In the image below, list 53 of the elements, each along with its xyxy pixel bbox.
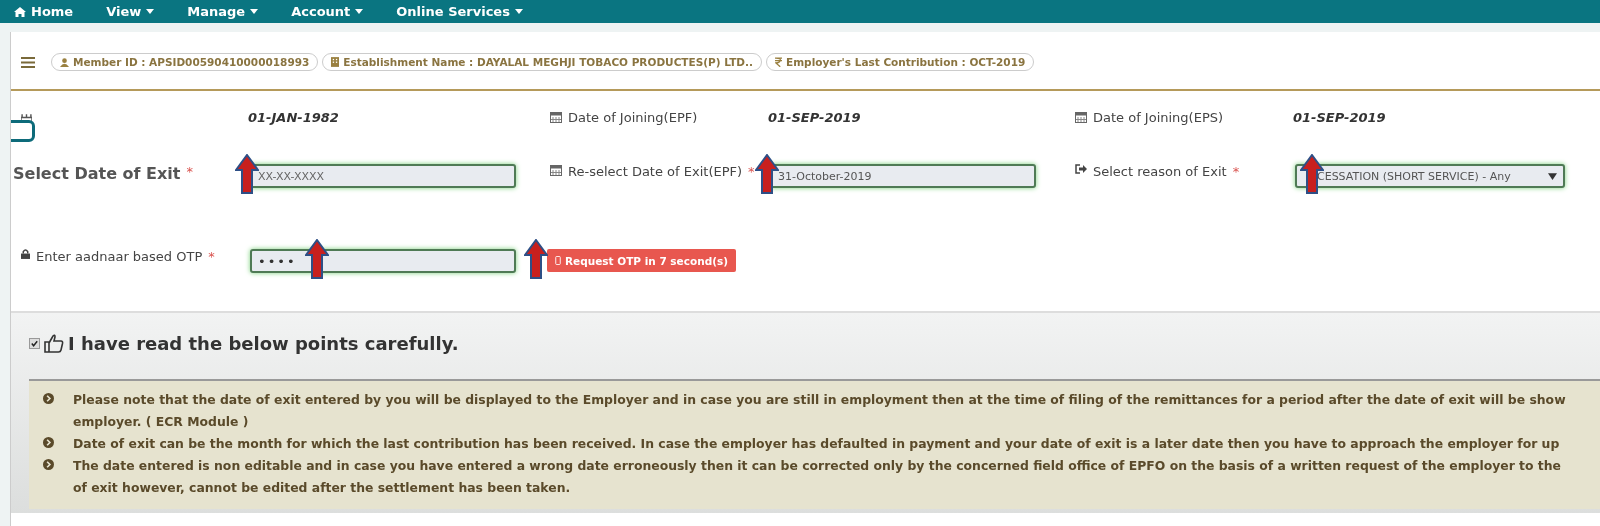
caret-icon <box>146 9 155 14</box>
note-text: The date entered is non editable and in case you have entered a wrong date erroneously then it can be corrected only by the concerned field office of EPFO on the basis of a written request of the employer to the <box>73 457 1561 475</box>
required-mark: * <box>208 249 215 264</box>
date-field[interactable]: XX-XX-XXXX <box>250 164 516 188</box>
rupee-icon <box>775 57 782 67</box>
agreement-checkbox[interactable] <box>29 337 40 349</box>
arrow-icon <box>755 154 779 194</box>
exit-icon <box>1075 164 1087 174</box>
calendar-icon <box>550 164 562 176</box>
nav-menu-item[interactable]: Home <box>14 4 74 19</box>
phone-icon <box>555 256 561 265</box>
agreement-label: I have read the below points carefully. <box>68 332 459 354</box>
calendar-icon <box>1075 111 1087 123</box>
field-label: Select Date of Exit <box>13 164 181 183</box>
calendar-icon <box>550 111 562 123</box>
caret-icon <box>514 9 523 14</box>
required-mark: * <box>186 164 193 179</box>
chevron-circle-icon <box>43 437 54 448</box>
nav-menu-item[interactable]: Manage <box>187 4 259 19</box>
date-value: 01-JAN-1982 <box>247 109 340 125</box>
field-label: Select reason of Exit <box>1093 163 1227 181</box>
field-label: Enter aadnaar based OTP <box>36 248 203 266</box>
chevron-circle-icon <box>43 393 54 404</box>
caret-icon <box>250 9 259 14</box>
required-mark: * <box>1232 164 1240 179</box>
note-text: employer. ( ECR Module ) <box>73 413 250 431</box>
required-mark: * <box>748 164 755 179</box>
note-text: Please note that the date of exit entered by you will be displayed to the Employer and in case you are still in employment then at the time of filing of the remittances for a period after the date of exit will be show <box>73 391 1566 409</box>
lock-icon <box>21 249 30 259</box>
chevron-circle-icon <box>43 459 54 470</box>
arrow-icon <box>235 154 259 194</box>
reason-dropdown[interactable]: CESSATION (SHORT SERVICE) - Any <box>1295 164 1565 188</box>
building-icon <box>331 57 340 67</box>
arrow-icon <box>305 239 329 279</box>
note-text: Date of exit can be the month for which the last contribution has been received. In case the employer has defaulted in payment and your date of exit is a later date then you have to approach the employer for up <box>73 435 1560 453</box>
nav-menu-item[interactable]: Online Services <box>396 4 523 19</box>
caret-icon <box>355 9 364 14</box>
field-label: Date of Joining(EPS) <box>1093 109 1224 125</box>
user-icon <box>60 57 69 67</box>
nav-menu-item[interactable]: Account <box>291 4 364 19</box>
date-value: 01-SEP-2019 <box>1292 109 1387 125</box>
field-label: Re-select Date of Exit(EPF) <box>568 163 743 181</box>
arrow-icon <box>524 239 548 279</box>
menu-icon[interactable] <box>21 56 35 68</box>
thumbs-up-icon <box>44 333 64 353</box>
nav-menu-item[interactable]: View <box>106 4 155 19</box>
otp-field[interactable]: •••• <box>250 249 516 273</box>
date-value: 01-SEP-2019 <box>767 109 862 125</box>
dropdown-caret-icon <box>1548 172 1557 180</box>
note-text: of exit however, cannot be edited after the settlement has been taken. <box>73 479 572 497</box>
field-label: Date of Joining(EPF) <box>568 109 698 125</box>
date-field[interactable]: 31-October-2019 <box>770 164 1036 188</box>
home-icon <box>14 6 26 17</box>
